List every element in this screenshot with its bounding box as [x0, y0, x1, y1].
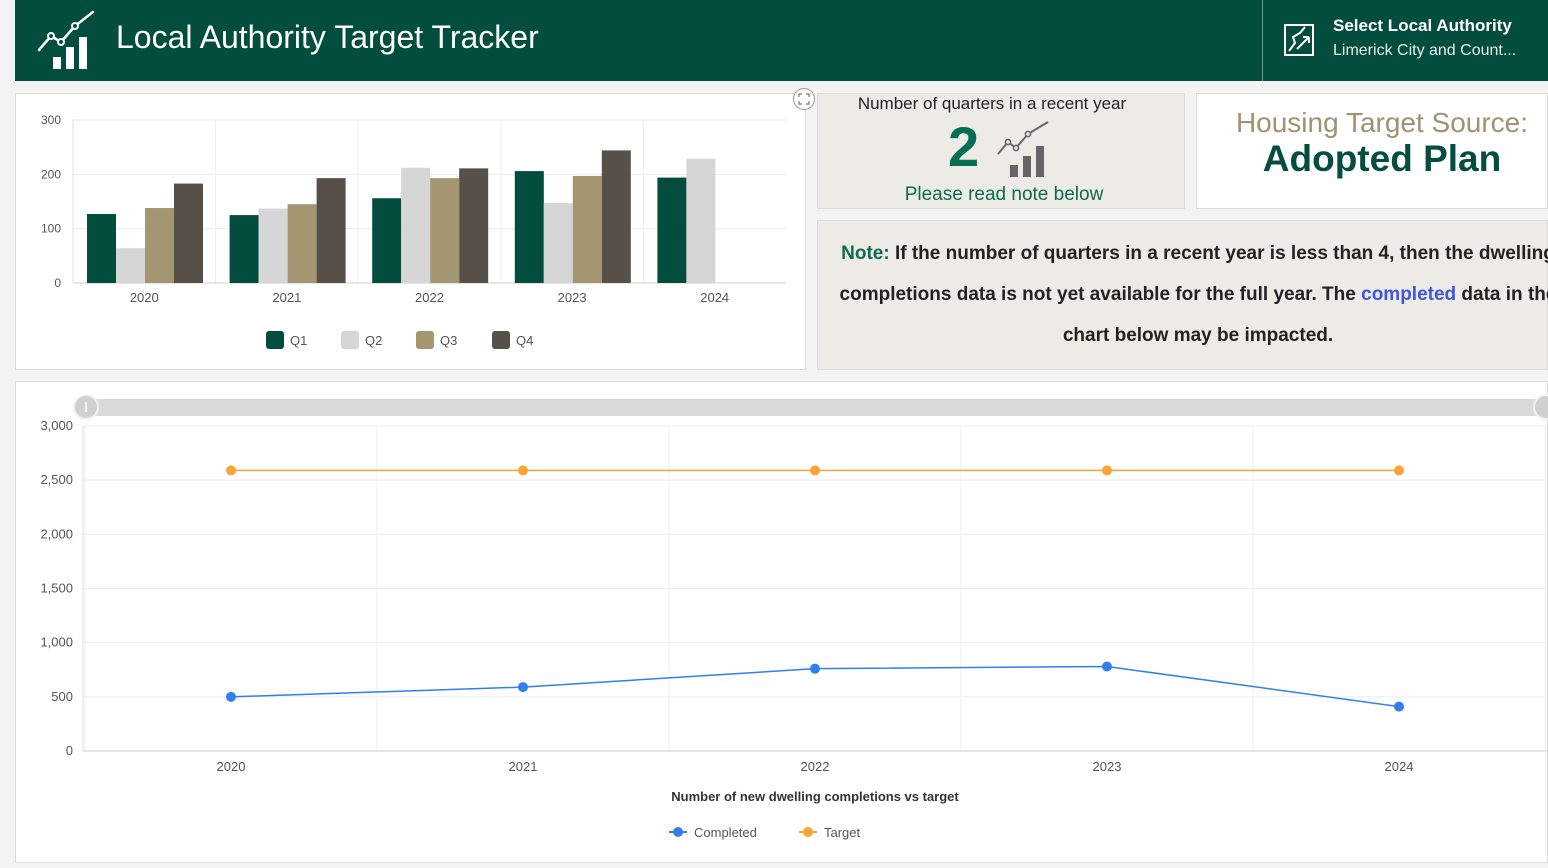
- bar-q4-2022: [459, 168, 489, 283]
- y-tick-label: 500: [51, 689, 73, 704]
- quarters-value: 2: [948, 115, 980, 178]
- legend-label-q2: Q2: [365, 333, 382, 348]
- quarters-title: Number of quarters in a recent year: [857, 94, 1127, 113]
- y-tick-label: 1,000: [40, 635, 73, 650]
- completions-vs-target-chart-panel: 0 500 1,000 1,500 2,000 2,500 3,000 2020 2021 202…: [15, 381, 1548, 863]
- select-local-authority-label: Select Local Authority: [1333, 16, 1512, 35]
- y-tick-label: 2,500: [40, 472, 73, 487]
- app-title: Local Authority Target Tracker: [116, 19, 539, 55]
- point-target-2021: [518, 465, 528, 476]
- scrollbar-track[interactable]: [74, 399, 1548, 416]
- legend-label-completed: Completed: [694, 825, 757, 840]
- map-select-icon: [1283, 23, 1315, 62]
- quarterly-bar-chart-panel: 0 100 200 300 2020 2021 2022 2023 2024 Q1 Q2 Q3 Q4: [15, 93, 806, 370]
- point-completed-2022: [810, 663, 820, 674]
- scrollbar-end-handle[interactable]: [1533, 394, 1548, 420]
- x-axis-title: Number of new dwelling completions vs ta…: [671, 789, 959, 804]
- point-completed-2024: [1394, 701, 1404, 712]
- bar-q2-2023: [543, 203, 573, 283]
- legend-marker-completed: [673, 827, 683, 837]
- completions-vs-target-chart: 0 500 1,000 1,500 2,000 2,500 3,000 2020 2021 202…: [40, 394, 1548, 840]
- legend-swatch-q3: [416, 331, 434, 349]
- range-scrollbar[interactable]: [73, 394, 1548, 420]
- legend-swatch-q1: [266, 331, 284, 349]
- note-highlight: completed: [1361, 284, 1457, 305]
- expand-icon: [798, 93, 810, 105]
- housing-target-source-value: Adopted Plan: [1262, 138, 1502, 179]
- bar-q3-2023: [572, 175, 602, 283]
- note-panel: Note: If the number of quarters in a rec…: [817, 220, 1548, 370]
- chart-trend-logo-icon: [35, 10, 99, 75]
- bar-q4-2021: [316, 178, 346, 283]
- quarterly-bar-chart: 0 100 200 300 2020 2021 2022 2023 2024 Q1 Q2 Q3 Q4: [41, 113, 786, 349]
- note-lead: Note:: [841, 243, 890, 264]
- bar-q1-2024: [657, 177, 687, 283]
- point-target-2020: [226, 465, 236, 476]
- bar-q2-2024: [686, 158, 716, 283]
- x-tick-label: 2020: [130, 290, 159, 305]
- x-tick-label: 2022: [415, 290, 444, 305]
- bar-q2-2021: [258, 208, 288, 283]
- bar-q1-2021: [229, 215, 259, 283]
- select-local-authority-button[interactable]: Select Local Authority Limerick City and…: [1263, 0, 1548, 81]
- y-tick-label: 300: [41, 113, 61, 127]
- bar-q3-2022: [430, 178, 460, 283]
- note-text: Note: If the number of quarters in a rec…: [818, 233, 1548, 356]
- y-tick-label: 2,000: [40, 526, 73, 541]
- y-tick-label: 0: [54, 276, 61, 290]
- x-tick-label: 2023: [1093, 759, 1122, 774]
- bar-q1-2022: [372, 198, 402, 283]
- quarters-note-link: Please read note below: [904, 184, 1104, 205]
- bar-q4-2020: [174, 183, 203, 283]
- legend-label-target: Target: [824, 825, 861, 840]
- housing-target-source-panel: Housing Target Source: Adopted Plan: [1196, 93, 1548, 209]
- point-target-2022: [810, 465, 820, 476]
- point-target-2024: [1394, 465, 1404, 476]
- legend-label-q3: Q3: [440, 333, 457, 348]
- legend-label-q1: Q1: [290, 333, 307, 348]
- bar-q1-2020: [87, 213, 116, 283]
- selected-local-authority-value: Limerick City and Count...: [1333, 42, 1517, 59]
- x-tick-label: 2021: [272, 290, 301, 305]
- bar-q1-2023: [514, 171, 544, 283]
- bar-q3-2020: [145, 208, 174, 283]
- bar-q2-2022: [401, 167, 431, 283]
- y-tick-label: 0: [66, 743, 73, 758]
- x-tick-label: 2024: [1385, 759, 1414, 774]
- x-tick-label: 2024: [700, 290, 729, 305]
- y-tick-label: 100: [41, 222, 61, 236]
- x-tick-label: 2020: [217, 759, 246, 774]
- bar-q4-2023: [601, 150, 631, 283]
- bar-q3-2021: [287, 204, 317, 283]
- point-completed-2020: [226, 691, 236, 702]
- legend-label-q4: Q4: [516, 333, 533, 348]
- legend-marker-target: [803, 827, 813, 837]
- legend-swatch-q2: [341, 331, 359, 349]
- point-completed-2023: [1102, 661, 1112, 672]
- expand-chart-button[interactable]: [793, 88, 815, 110]
- x-tick-label: 2022: [801, 759, 830, 774]
- point-target-2023: [1102, 465, 1112, 476]
- point-completed-2021: [518, 682, 528, 693]
- x-tick-label: 2021: [509, 759, 538, 774]
- y-tick-label: 1,500: [40, 581, 73, 596]
- x-tick-label: 2023: [558, 290, 587, 305]
- legend-swatch-q4: [492, 331, 510, 349]
- y-tick-label: 3,000: [40, 418, 73, 433]
- quarters-indicator-panel: Number of quarters in a recent year 2 Pl…: [817, 93, 1185, 209]
- bar-q2-2020: [116, 248, 145, 283]
- y-tick-label: 200: [41, 167, 61, 181]
- housing-target-source-title: Housing Target Source:: [1235, 107, 1529, 138]
- app-header: Local Authority Target Tracker Select Lo…: [15, 0, 1548, 81]
